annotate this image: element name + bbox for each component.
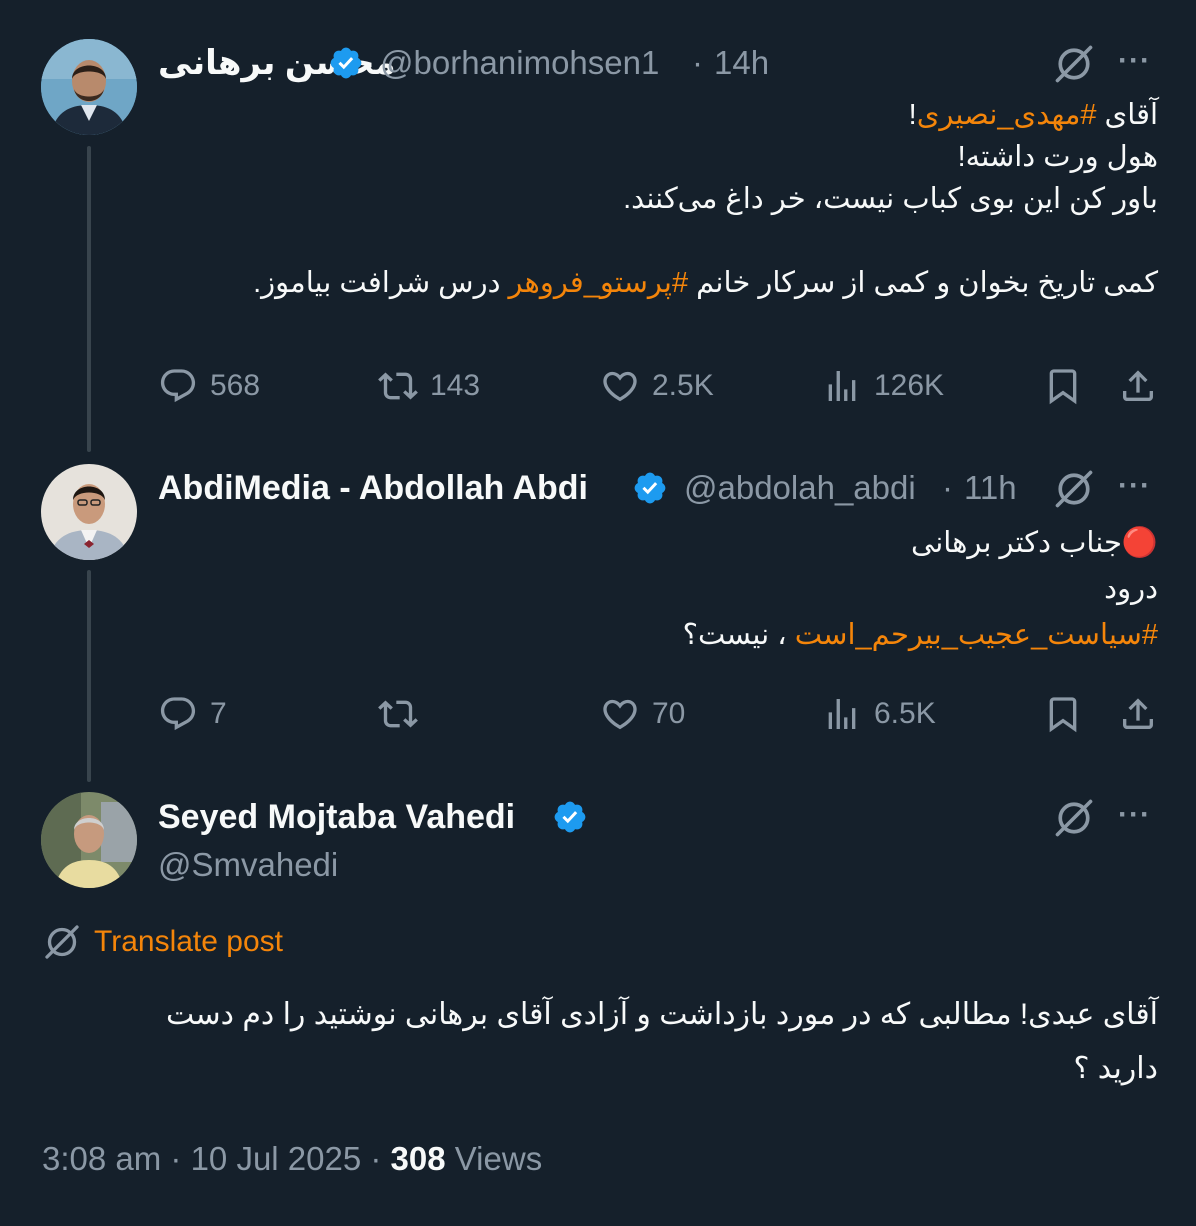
verified-badge-icon [328, 45, 364, 81]
bookmark-icon[interactable] [1043, 694, 1083, 734]
tweet-text: ! [908, 99, 917, 131]
thread-line [87, 570, 91, 782]
tweet-text-line [253, 220, 1158, 262]
reply-icon [158, 366, 198, 406]
tweet-text: دارید ؟ [1073, 1052, 1158, 1085]
tweet-text: آقای [1096, 99, 1158, 131]
translate-label: Translate post [94, 925, 283, 958]
tweet-text: درود [1104, 573, 1158, 605]
verified-badge-icon [552, 799, 588, 835]
views-count: 6.5K [874, 697, 936, 730]
tweet-text-line: کمی تاریخ بخوان و کمی از سرکار خانم #پرس… [253, 262, 1158, 304]
tweet-time[interactable]: 14h [714, 43, 769, 83]
tweet-text: 🔴جناب دکتر برهانی [911, 527, 1158, 559]
bookmark-icon[interactable] [1043, 366, 1083, 406]
views-button[interactable]: 126K [822, 366, 944, 406]
views-icon [822, 694, 862, 734]
tweet-text: درس شرافت بیاموز. [253, 267, 509, 299]
reply-icon [158, 694, 198, 734]
tweet-text-line: آقای عبدی! مطالبی که در مورد بازداشت و آ… [166, 988, 1158, 1042]
retweet-icon [378, 694, 418, 734]
more-icon[interactable]: ··· [1118, 46, 1151, 76]
tweet-text: باور کن این بوی کباب نیست، خر داغ می‌کنن… [623, 183, 1158, 215]
author-handle[interactable]: @Smvahedi [158, 845, 338, 885]
views-label: Views [445, 1140, 543, 1177]
author-handle[interactable]: @abdolah_abdi [684, 468, 916, 508]
tweet-time[interactable]: 11h [964, 468, 1017, 508]
tweet-text-line: درود [683, 566, 1158, 612]
tweet-text-line: هول ورت داشته! [253, 136, 1158, 178]
share-icon[interactable] [1118, 366, 1158, 406]
share-icon[interactable] [1118, 694, 1158, 734]
tweet-text-line: باور کن این بوی کباب نیست، خر داغ می‌کنن… [253, 178, 1158, 220]
tweet-meta: 3:08 am · 10 Jul 2025 · 308 Views [42, 1140, 542, 1178]
avatar[interactable] [41, 39, 137, 135]
tweet-timestamp[interactable]: 3:08 am · 10 Jul 2025 · [42, 1140, 391, 1177]
views-button[interactable]: 6.5K [822, 694, 936, 734]
thread-line [87, 146, 91, 452]
translate-post-link[interactable]: Translate post [42, 922, 283, 962]
verified-badge-icon [632, 470, 668, 506]
like-button[interactable]: 70 [600, 694, 685, 734]
more-icon[interactable]: ··· [1118, 800, 1151, 830]
tweet-body: آقای عبدی! مطالبی که در مورد بازداشت و آ… [166, 988, 1158, 1096]
reply-count: 7 [210, 697, 227, 730]
tweet-body: 🔴جناب دکتر برهانی درود #سیاست_عجیب_بیرحم_ا… [683, 520, 1158, 658]
like-icon [600, 694, 640, 734]
hashtag-link[interactable]: #مهدی_نصیری [917, 99, 1097, 131]
retweet-button[interactable] [378, 694, 430, 734]
views-number: 308 [390, 1140, 446, 1177]
retweet-count: 143 [430, 369, 481, 402]
like-count: 2.5K [652, 369, 714, 402]
retweet-icon [378, 366, 418, 406]
grok-icon[interactable] [1052, 467, 1096, 511]
author-name[interactable]: Seyed Mojtaba Vahedi [158, 797, 515, 837]
reply-button[interactable]: 568 [158, 366, 260, 406]
tweet-text-line: 🔴جناب دکتر برهانی [683, 520, 1158, 566]
reply-button[interactable]: 7 [158, 694, 227, 734]
retweet-button[interactable]: 143 [378, 366, 480, 406]
more-icon[interactable]: ··· [1118, 471, 1151, 501]
tweet-text: کمی تاریخ بخوان و کمی از سرکار خانم [688, 267, 1158, 299]
reply-count: 568 [210, 369, 261, 402]
tweet-text-line: دارید ؟ [166, 1042, 1158, 1096]
tweet-text: هول ورت داشته! [957, 141, 1158, 173]
tweet-body: آقای #مهدی_نصیری! هول ورت داشته! باور کن ا… [253, 94, 1158, 304]
avatar[interactable] [41, 792, 137, 888]
tweet-text-line: آقای #مهدی_نصیری! [253, 94, 1158, 136]
grok-icon[interactable] [1052, 796, 1096, 840]
hashtag-link[interactable]: #پرستو_فروهر [509, 267, 689, 299]
avatar[interactable] [41, 464, 137, 560]
author-handle[interactable]: @borhanimohsen1 [380, 43, 659, 83]
views-count: 126K [874, 369, 945, 402]
like-count: 70 [652, 697, 686, 730]
like-icon [600, 366, 640, 406]
separator-dot: · [942, 469, 953, 506]
grok-icon[interactable] [1052, 42, 1096, 86]
like-button[interactable]: 2.5K [600, 366, 714, 406]
tweet-text-line: #سیاست_عجیب_بیرحم_است ، نیست؟ [683, 612, 1158, 658]
views-icon [822, 366, 862, 406]
translate-icon [42, 922, 82, 962]
tweet-text: آقای عبدی! مطالبی که در مورد بازداشت و آ… [166, 998, 1158, 1031]
tweet-text: ، نیست؟ [682, 619, 795, 651]
hashtag-link[interactable]: #سیاست_عجیب_بیرحم_است [795, 619, 1158, 651]
author-name[interactable]: AbdiMedia - Abdollah Abdi [158, 468, 588, 508]
separator-dot: · [692, 44, 703, 81]
